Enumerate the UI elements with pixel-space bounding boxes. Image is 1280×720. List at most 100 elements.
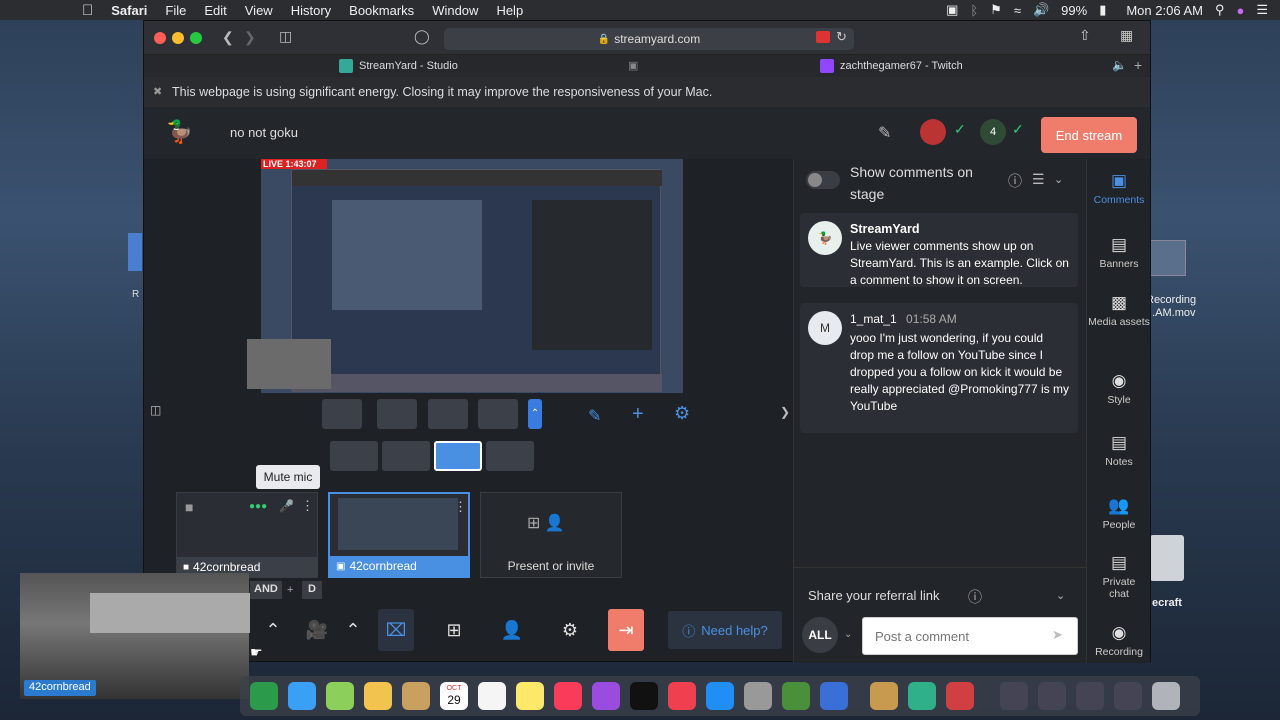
contacts-icon[interactable] (402, 682, 430, 710)
menu-history[interactable]: History (291, 3, 331, 18)
downloads-stack-icon[interactable] (1000, 682, 1028, 710)
end-stream-button[interactable]: End stream (1041, 117, 1137, 153)
podcasts-icon[interactable] (592, 682, 620, 710)
present-icon[interactable]: ⊞ (436, 609, 472, 651)
layout-solo-button[interactable] (322, 399, 362, 429)
apple-icon[interactable]:  (82, 2, 93, 19)
chat-app-icon[interactable] (908, 682, 936, 710)
reminders-icon[interactable] (478, 682, 506, 710)
show-comments-toggle[interactable] (806, 171, 840, 189)
layout-group-button[interactable] (377, 399, 417, 429)
post-comment-input[interactable] (862, 617, 1078, 655)
siri-icon[interactable]: ● (1236, 3, 1244, 18)
notes-app-icon[interactable] (516, 682, 544, 710)
filter-settings-icon[interactable]: ☰ (1032, 171, 1045, 188)
leave-studio-icon[interactable]: ⇥ (608, 609, 644, 651)
stop-share-icon[interactable]: ⌧ (378, 609, 414, 651)
desktop-app-icon[interactable] (128, 233, 142, 271)
system-preferences-icon[interactable] (744, 682, 772, 710)
present-or-invite-button[interactable]: ⊞ 👤 Present or invite (480, 492, 622, 578)
recording-file-icon[interactable] (1150, 240, 1186, 276)
help-icon[interactable]: ⓘ (968, 587, 982, 607)
comment-card[interactable]: M 1_mat_1 01:58 AM yooo I'm just wonderi… (800, 303, 1078, 433)
calendar-icon[interactable]: OCT 29 (440, 682, 468, 710)
edit-layout-icon[interactable]: ✎ (588, 406, 601, 426)
layout-leader-button[interactable] (428, 399, 468, 429)
tab-preview-icon[interactable]: ▣ (628, 59, 638, 72)
battery-icon[interactable]: ▮ (1099, 2, 1106, 18)
menu-app-name[interactable]: Safari (111, 3, 147, 18)
more-options-icon[interactable]: ⋮ (301, 498, 314, 514)
new-tab-icon[interactable]: + (1134, 57, 1142, 73)
text-app-icon[interactable] (946, 682, 974, 710)
menu-edit[interactable]: Edit (204, 3, 226, 18)
mic-chevron-icon[interactable]: ⌃ (262, 609, 284, 651)
flag-icon[interactable]: ⚑ (990, 2, 1002, 18)
chevron-down-icon[interactable]: ⌄ (1054, 173, 1063, 186)
app-store-icon[interactable] (706, 682, 734, 710)
reload-icon[interactable]: ↻ (836, 29, 847, 45)
trash-icon[interactable] (1152, 682, 1180, 710)
facetime-icon[interactable] (250, 682, 278, 710)
maps-icon[interactable] (326, 682, 354, 710)
layout-split-button[interactable] (382, 441, 430, 471)
app-icon[interactable] (820, 682, 848, 710)
comment-card[interactable]: 🦆 StreamYard Live viewer comments show u… (800, 213, 1078, 287)
battery-percent[interactable]: 99% (1061, 3, 1087, 18)
url-bar[interactable]: 🔒 streamyard.com (444, 28, 854, 50)
participant-camera-card[interactable]: ■ ●●● 🎤 ⋮ ■ 42cornbread (176, 492, 318, 578)
send-icon[interactable]: ➤ (1052, 627, 1063, 643)
menu-help[interactable]: Help (496, 3, 523, 18)
nav-recording[interactable]: ◉ Recording (1087, 623, 1151, 658)
back-icon[interactable]: ❮ (222, 29, 234, 46)
drive-icon[interactable] (1150, 535, 1184, 581)
messages-icon[interactable] (288, 682, 316, 710)
minecraft-icon[interactable] (782, 682, 810, 710)
chevron-down-icon[interactable]: ⌄ (1056, 589, 1065, 602)
tab-twitch[interactable]: zachthegamer67 - Twitch (820, 55, 963, 77)
screen-mirror-icon[interactable]: ▣ (946, 2, 958, 18)
layout-settings-icon[interactable]: ⚙ (674, 403, 690, 424)
zoom-window-button[interactable] (190, 32, 202, 44)
window-thumbnail-icon[interactable] (1038, 682, 1066, 710)
nav-people[interactable]: 👥 People (1087, 496, 1151, 531)
nav-private-chat[interactable]: ▤ Private chat (1087, 553, 1151, 600)
shield-icon[interactable]: ◯ (414, 28, 430, 45)
menu-view[interactable]: View (245, 3, 273, 18)
more-layouts-chevron-icon[interactable]: ⌃ (528, 399, 542, 429)
nav-style[interactable]: ◉ Style (1087, 371, 1151, 406)
wifi-icon[interactable]: ≈ (1014, 3, 1021, 18)
nav-comments[interactable]: ▣ Comments (1087, 171, 1151, 206)
layout-thin-button[interactable] (478, 399, 518, 429)
youtube-destination-avatar[interactable] (920, 119, 946, 145)
comment-filter-all[interactable]: ALL (802, 617, 838, 653)
nav-banners[interactable]: ▤ Banners (1087, 235, 1151, 270)
edit-pencil-icon[interactable]: ✎ (878, 123, 891, 143)
spotlight-icon[interactable]: ⚲ (1215, 2, 1225, 18)
bluetooth-icon[interactable]: ᛒ (970, 3, 978, 18)
collapse-panel-icon[interactable]: ❯ (780, 405, 790, 419)
news-icon[interactable] (668, 682, 696, 710)
control-center-icon[interactable]: ☰ (1256, 2, 1268, 18)
utility-icon[interactable] (870, 682, 898, 710)
tab-audio-icon[interactable]: 🔈 (1112, 58, 1127, 72)
music-icon[interactable] (554, 682, 582, 710)
add-layout-icon[interactable]: + (632, 403, 644, 426)
tab-streamyard[interactable]: StreamYard - Studio (339, 55, 458, 77)
menu-window[interactable]: Window (432, 3, 478, 18)
nav-notes[interactable]: ▤ Notes (1087, 433, 1151, 468)
share-icon[interactable]: ⇧ (1079, 27, 1091, 44)
nav-media-assets[interactable]: ▩ Media assets (1087, 293, 1151, 328)
mic-icon[interactable]: 🎤 (279, 499, 294, 513)
layout-panel-icon[interactable]: ◫ (150, 403, 161, 417)
referral-link[interactable]: Share your referral link (808, 588, 940, 603)
layout-side-button[interactable] (330, 441, 378, 471)
broadcast-title[interactable]: no not goku (230, 125, 298, 140)
camera-icon[interactable]: 🎥 (302, 609, 332, 651)
volume-icon[interactable]: 🔊 (1033, 2, 1049, 18)
kick-destination-avatar[interactable]: 4 (980, 119, 1006, 145)
layout-fullscreen-button[interactable] (486, 441, 534, 471)
tabs-overview-icon[interactable]: ▦ (1120, 27, 1133, 44)
menu-file[interactable]: File (165, 3, 186, 18)
camera-chevron-icon[interactable]: ⌃ (342, 609, 364, 651)
